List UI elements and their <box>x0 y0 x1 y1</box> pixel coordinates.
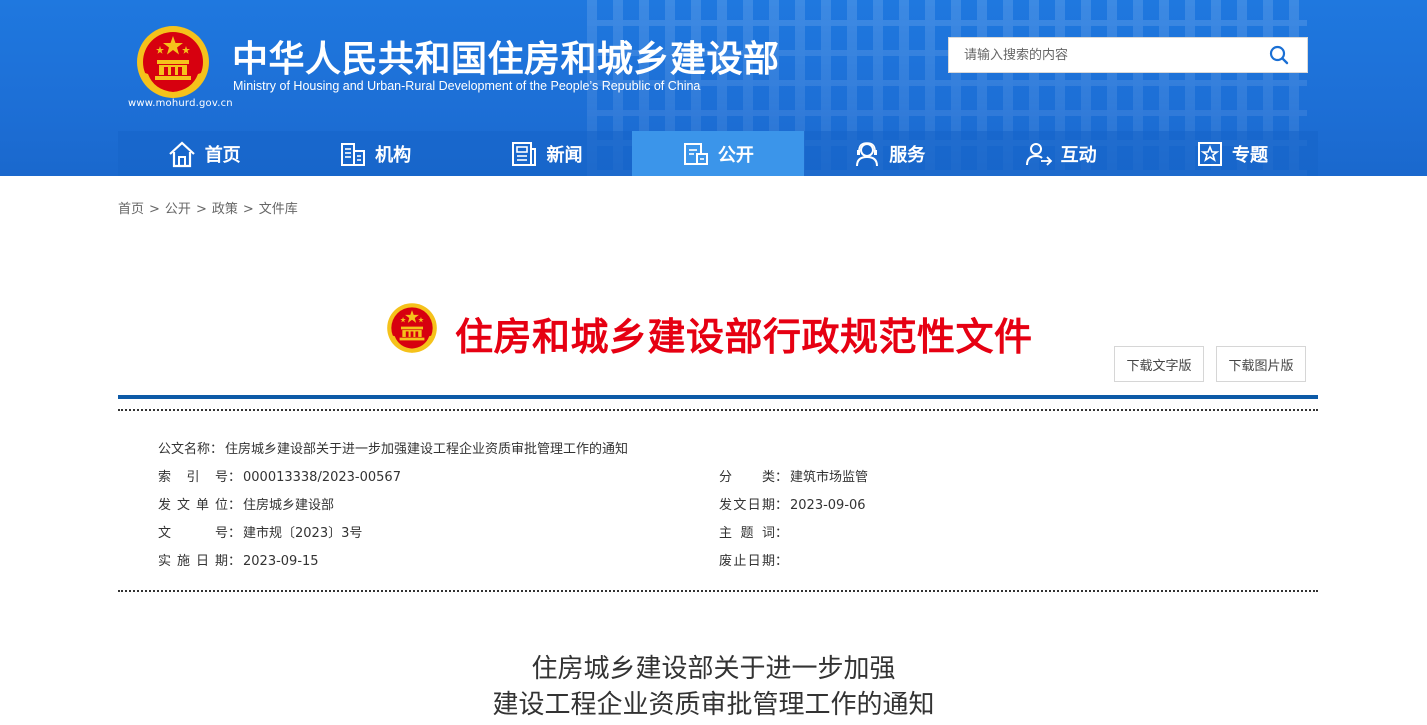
nav-label: 首页 <box>204 144 241 166</box>
nav-label: 公开 <box>717 144 754 166</box>
meta-value: 2023-09-15 <box>243 554 319 569</box>
meta-value: 建筑市场监管 <box>790 470 869 485</box>
meta-label: 发文日期 <box>719 498 775 513</box>
nav-item-special-topics[interactable]: 专题 <box>1146 131 1317 176</box>
breadcrumb-separator: > <box>195 202 207 217</box>
article-title-line-2: 建设工程企业资质审批管理工作的通知 <box>492 690 935 720</box>
nav-label: 互动 <box>1060 144 1097 166</box>
meta-value: 住房城乡建设部 <box>243 498 335 513</box>
breadcrumb-library[interactable]: 文件库 <box>259 202 298 217</box>
home-icon <box>168 141 195 167</box>
nav-label: 服务 <box>889 144 926 166</box>
emblem-icon <box>137 26 209 98</box>
nav-label: 新闻 <box>546 144 583 166</box>
nav-item-service[interactable]: 服务 <box>804 131 975 176</box>
meta-label: 主 题 词 <box>719 526 775 541</box>
meta-value: 建市规〔2023〕3号 <box>243 526 363 541</box>
divider-dotted-bottom <box>118 590 1318 592</box>
divider-dotted-top <box>118 409 1318 411</box>
meta-value: 000013338/2023-00567 <box>243 470 401 485</box>
nav-item-news[interactable]: 新闻 <box>461 131 632 176</box>
meta-label: 公文名称 <box>158 442 211 457</box>
nav-label: 专题 <box>1232 144 1269 166</box>
meta-effective-date: 实施日期： 2023-09-15 <box>158 550 319 569</box>
nav-item-organization[interactable]: 机构 <box>289 131 460 176</box>
doc-emblem-logo <box>381 296 443 360</box>
search-icon <box>1269 45 1289 65</box>
meta-label: 索 引 号 <box>158 470 228 485</box>
meta-issue-date: 发文日期： 2023-09-06 <box>719 494 866 513</box>
site-header: www.mohurd.gov.cn 中华人民共和国住房和城乡建设部 Minist… <box>0 0 1427 176</box>
search-input[interactable] <box>949 38 1259 72</box>
news-icon <box>512 141 537 166</box>
meta-index-no: 索 引 号： 000013338/2023-00567 <box>158 466 401 485</box>
interaction-icon <box>1025 142 1052 166</box>
meta-keywords: 主 题 词： <box>719 522 790 541</box>
breadcrumb-disclosure[interactable]: 公开 <box>165 202 191 217</box>
divider-thick <box>118 395 1318 399</box>
download-text-button[interactable]: 下载文字版 <box>1114 346 1204 382</box>
meta-label: 废止日期 <box>719 554 775 569</box>
meta-category: 分 类： 建筑市场监管 <box>719 466 868 485</box>
search-button[interactable] <box>1251 38 1307 72</box>
site-subtitle: Ministry of Housing and Urban-Rural Deve… <box>233 79 701 93</box>
building-icon <box>341 142 366 166</box>
meta-label: 实施日期 <box>158 554 228 569</box>
meta-label: 文 号 <box>158 526 228 541</box>
meta-doc-name: 公文名称： 住房城乡建设部关于进一步加强建设工程企业资质审批管理工作的通知 <box>158 442 629 457</box>
meta-value: 住房城乡建设部关于进一步加强建设工程企业资质审批管理工作的通知 <box>225 442 629 457</box>
doc-banner-title: 住房和城乡建设部行政规范性文件 <box>455 315 1033 359</box>
site-url: www.mohurd.gov.cn <box>128 98 233 109</box>
service-icon <box>856 141 879 166</box>
disclosure-icon <box>683 142 708 165</box>
article-title-line-1: 住房城乡建设部关于进一步加强 <box>531 654 896 684</box>
breadcrumb-policy[interactable]: 政策 <box>212 202 238 217</box>
breadcrumb: 首页 > 公开 > 政策 > 文件库 <box>118 198 298 217</box>
meta-label: 分 类 <box>719 470 775 485</box>
nav-label: 机构 <box>375 144 412 166</box>
nav-item-home[interactable]: 首页 <box>118 131 289 176</box>
star-icon <box>1198 141 1223 166</box>
breadcrumb-separator: > <box>242 202 254 217</box>
meta-value: 2023-09-06 <box>790 498 866 513</box>
meta-doc-number: 文 号： 建市规〔2023〕3号 <box>158 522 362 541</box>
nav-item-disclosure[interactable]: 公开 <box>632 131 804 176</box>
search-box <box>948 37 1308 73</box>
site-title[interactable]: 中华人民共和国住房和城乡建设部 <box>232 30 780 82</box>
emblem-icon <box>387 303 437 353</box>
meta-label: 发文单位 <box>158 498 228 513</box>
meta-expiry-date: 废止日期： <box>719 550 790 569</box>
breadcrumb-separator: > <box>149 202 160 217</box>
breadcrumb-home[interactable]: 首页 <box>118 202 144 217</box>
download-image-button[interactable]: 下载图片版 <box>1216 346 1306 382</box>
main-nav: 首页 机构 新闻 公开 服务 互动 专题 <box>118 131 1318 176</box>
meta-issuer: 发文单位： 住房城乡建设部 <box>158 494 334 513</box>
nav-item-interaction[interactable]: 互动 <box>975 131 1146 176</box>
